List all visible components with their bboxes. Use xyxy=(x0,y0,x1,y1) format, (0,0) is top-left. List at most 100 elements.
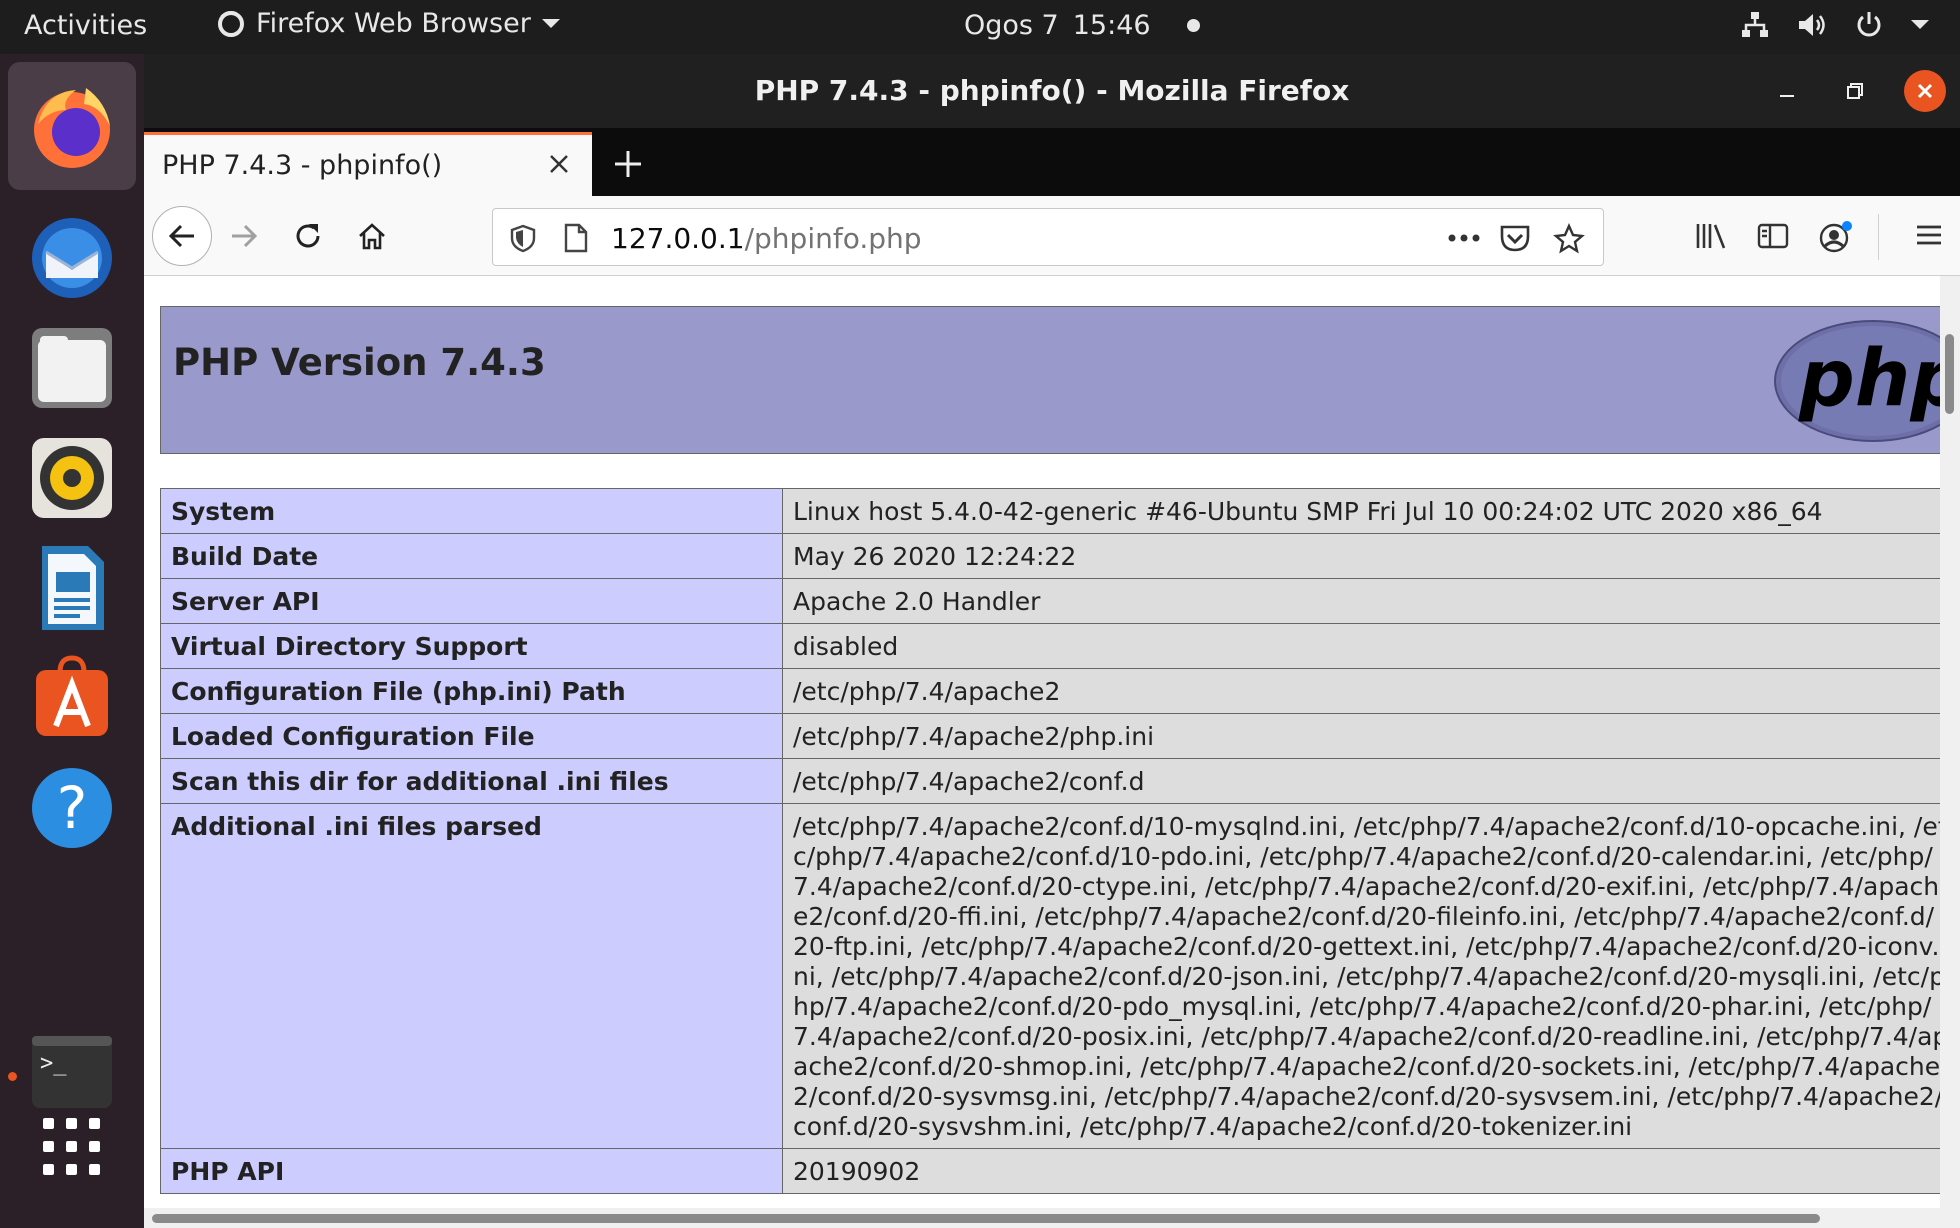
row-key: Server API xyxy=(160,578,783,624)
reload-icon xyxy=(296,224,320,248)
php-logo-icon[interactable]: php xyxy=(1773,315,1940,447)
row-key: System xyxy=(160,488,783,534)
network-icon[interactable] xyxy=(1740,10,1770,40)
row-value: disabled xyxy=(782,623,1940,669)
table-row: Additional .ini files parsed/etc/php/7.4… xyxy=(160,803,1940,1149)
help-icon: ? xyxy=(32,768,112,848)
phpinfo-table: System Linux host 5.4.0-42-generic #46-Ub… xyxy=(160,488,1940,1194)
power-icon[interactable] xyxy=(1854,10,1884,40)
row-value: /etc/php/7.4/apache2/php.ini xyxy=(782,713,1940,759)
firefox-window: PHP 7.4.3 - phpinfo() - Mozilla Firefox … xyxy=(144,54,1960,1228)
sidebar-icon[interactable] xyxy=(1756,220,1790,256)
software-icon xyxy=(36,655,108,736)
close-icon xyxy=(1917,83,1933,99)
page-title: PHP Version 7.4.3 xyxy=(173,341,546,384)
dock-software[interactable] xyxy=(8,634,136,762)
writer-icon xyxy=(42,546,104,630)
row-value: Linux host 5.4.0-42-generic #46-Ubuntu S… xyxy=(782,488,1940,534)
table-row: Loaded Configuration File/etc/php/7.4/ap… xyxy=(160,713,1940,759)
system-top-bar: Activities Firefox Web Browser Ogos 7 15… xyxy=(0,0,1960,54)
dock-files[interactable] xyxy=(8,304,136,432)
pocket-icon[interactable] xyxy=(1499,223,1531,257)
row-value: /etc/php/7.4/apache2/conf.d/10-mysqlnd.i… xyxy=(782,803,1940,1149)
new-tab-button[interactable] xyxy=(606,142,650,186)
url-text[interactable]: 127.0.0.1/phpinfo.php xyxy=(611,222,922,255)
page-info-icon[interactable] xyxy=(563,223,589,257)
row-key: Scan this dir for additional .ini files xyxy=(160,758,783,804)
minimize-icon xyxy=(1780,95,1794,97)
vertical-scrollbar[interactable] xyxy=(1940,276,1960,1228)
dock-help[interactable]: ? xyxy=(8,744,136,872)
row-value: /etc/php/7.4/apache2/conf.d xyxy=(782,758,1940,804)
row-key: Build Date xyxy=(160,533,783,579)
close-icon xyxy=(550,155,568,173)
rhythmbox-icon xyxy=(32,438,112,518)
table-row: Virtual Directory Support disabled xyxy=(160,623,1940,669)
table-row: Configuration File (php.ini) Path/etc/ph… xyxy=(160,668,1940,714)
tab-phpinfo[interactable]: PHP 7.4.3 - phpinfo() xyxy=(144,132,592,196)
hamburger-menu-icon[interactable] xyxy=(1914,220,1944,254)
row-key: Configuration File (php.ini) Path xyxy=(160,668,783,714)
forward-button[interactable] xyxy=(214,206,274,266)
row-key: Loaded Configuration File xyxy=(160,713,783,759)
row-value: Apache 2.0 Handler xyxy=(782,578,1940,624)
window-titlebar[interactable]: PHP 7.4.3 - phpinfo() - Mozilla Firefox xyxy=(144,54,1960,128)
back-button[interactable] xyxy=(152,206,212,266)
row-value: 20190902 xyxy=(782,1148,1940,1194)
show-apps-icon xyxy=(43,1118,100,1175)
row-value: /etc/php/7.4/apache2 xyxy=(782,668,1940,714)
activities-button[interactable]: Activities xyxy=(24,10,147,41)
firefox-icon xyxy=(34,88,110,168)
maximize-icon xyxy=(1847,83,1863,99)
close-tab-button[interactable] xyxy=(546,151,572,184)
table-row: Scan this dir for additional .ini files /… xyxy=(160,758,1940,804)
chevron-down-icon[interactable] xyxy=(1910,19,1930,31)
system-tray[interactable] xyxy=(1740,10,1930,40)
clock-date: Ogos 7 xyxy=(964,10,1059,41)
row-value: May 26 2020 12:24:22 xyxy=(782,533,1940,579)
horizontal-scroll-thumb[interactable] xyxy=(152,1214,1820,1223)
dock-firefox[interactable] xyxy=(8,62,136,190)
back-arrow-icon xyxy=(168,224,194,248)
files-icon xyxy=(32,328,112,408)
minimize-button[interactable] xyxy=(1766,70,1808,112)
tracking-protection-icon[interactable] xyxy=(509,223,537,257)
navigation-toolbar: 127.0.0.1/phpinfo.php xyxy=(144,196,1960,276)
reload-button[interactable] xyxy=(278,206,338,266)
close-window-button[interactable] xyxy=(1904,70,1946,112)
dock-writer[interactable] xyxy=(8,524,136,652)
page-actions-icon[interactable] xyxy=(1447,225,1481,255)
dock-show-apps[interactable] xyxy=(8,1088,136,1206)
app-menu[interactable]: Firefox Web Browser xyxy=(216,8,561,39)
plus-icon xyxy=(615,151,641,177)
dock-thunderbird[interactable] xyxy=(8,194,136,322)
horizontal-scrollbar[interactable] xyxy=(144,1208,1940,1228)
table-row: PHP API 20190902 xyxy=(160,1148,1940,1194)
chevron-down-icon xyxy=(541,18,561,30)
notification-dot xyxy=(1186,19,1200,32)
row-key: Additional .ini files parsed xyxy=(160,803,783,1149)
maximize-button[interactable] xyxy=(1834,70,1876,112)
table-row: Build Date May 26 2020 12:24:22 xyxy=(160,533,1940,579)
svg-text:?: ? xyxy=(57,774,88,842)
window-title: PHP 7.4.3 - phpinfo() - Mozilla Firefox xyxy=(754,74,1350,107)
volume-icon[interactable] xyxy=(1796,10,1828,40)
home-button[interactable] xyxy=(342,206,402,266)
url-host: 127.0.0.1 xyxy=(611,222,745,255)
table-row: System Linux host 5.4.0-42-generic #46-Ub… xyxy=(160,488,1940,534)
forward-arrow-icon xyxy=(232,224,258,248)
dock-rhythmbox[interactable] xyxy=(8,414,136,542)
library-icon[interactable] xyxy=(1694,220,1728,256)
page-content: PHP Version 7.4.3 php System Linux host 5… xyxy=(144,276,1940,1208)
firefox-small-icon xyxy=(216,9,246,39)
bookmark-star-icon[interactable] xyxy=(1553,223,1585,259)
clock[interactable]: Ogos 7 15:46 xyxy=(964,10,1200,41)
tab-title: PHP 7.4.3 - phpinfo() xyxy=(162,150,443,181)
svg-text:>_: >_ xyxy=(40,1051,67,1076)
url-path: /phpinfo.php xyxy=(744,222,922,255)
url-bar[interactable]: 127.0.0.1/phpinfo.php xyxy=(492,208,1604,266)
vertical-scroll-thumb[interactable] xyxy=(1945,334,1954,414)
php-version-header: PHP Version 7.4.3 php xyxy=(160,306,1940,454)
table-row: Server API Apache 2.0 Handler xyxy=(160,578,1940,624)
account-icon[interactable] xyxy=(1818,220,1854,258)
